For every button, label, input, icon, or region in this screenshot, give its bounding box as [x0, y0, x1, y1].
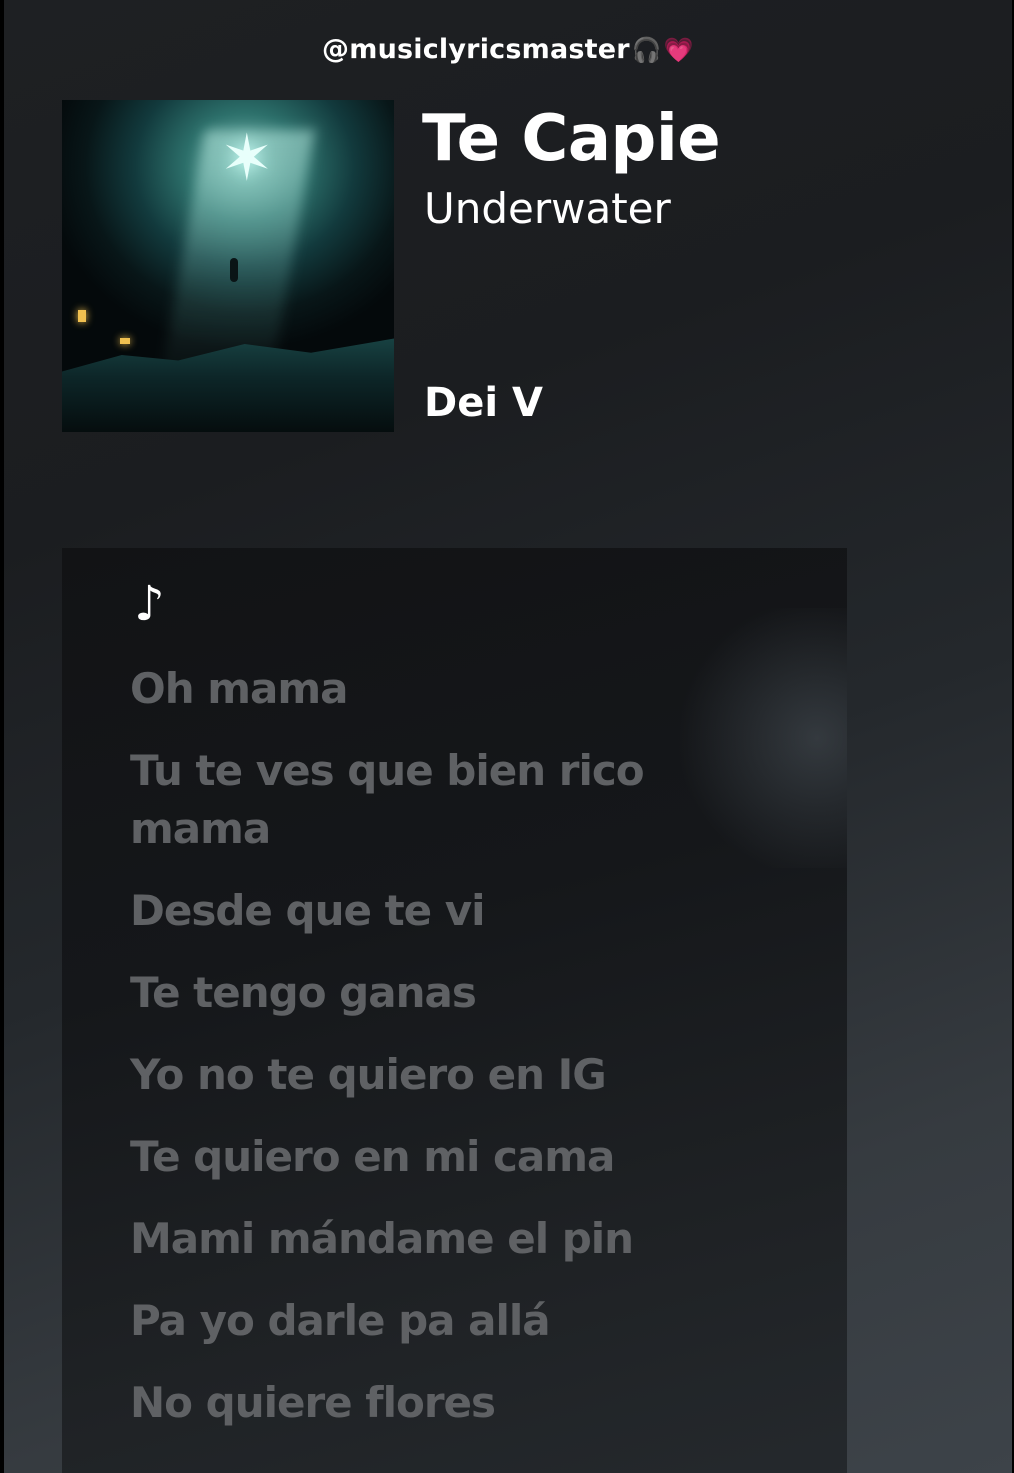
lyric-line[interactable]: Tu te ves que bien rico mama [130, 742, 750, 858]
music-note-icon: ♪ [134, 576, 165, 632]
lyrics-panel[interactable]: ♪ Oh mama Tu te ves que bien rico mama D… [62, 548, 847, 1473]
album-art[interactable]: ✶ [62, 100, 394, 432]
album-name: Underwater [424, 184, 671, 233]
heart-icon: 💗 [663, 36, 694, 64]
lyrics-screen: @musiclyricsmaster🎧💗 ✶ Te Capie Underwat… [4, 0, 1012, 1473]
lyric-line[interactable]: Mami mándame el pin [130, 1210, 750, 1268]
artist-name[interactable]: Dei V [424, 380, 543, 426]
headphones-icon: 🎧 [631, 36, 662, 64]
lyric-line[interactable]: Desde que te vi [130, 882, 750, 940]
lyric-line[interactable]: Oh mama [130, 660, 750, 718]
lyric-line[interactable]: No quiere flores [130, 1374, 750, 1432]
phone-frame: @musiclyricsmaster🎧💗 ✶ Te Capie Underwat… [0, 0, 1014, 1473]
lyric-line[interactable]: Yo no te quiero en IG [130, 1046, 750, 1104]
watermark-handle: @musiclyricsmaster🎧💗 [4, 34, 1012, 65]
album-art-star-logo: ✶ [220, 122, 274, 196]
watermark-handle-text: @musiclyricsmaster [322, 34, 630, 65]
lyric-line[interactable]: Pa yo darle pa allá [130, 1292, 750, 1350]
song-title: Te Capie [422, 102, 721, 176]
lyrics-list: Oh mama Tu te ves que bien rico mama Des… [130, 660, 750, 1456]
album-art-window-light [120, 338, 130, 344]
lyric-line[interactable]: Te tengo ganas [130, 964, 750, 1022]
album-art-diver [230, 258, 238, 282]
album-art-window-light [78, 310, 86, 322]
lyric-line[interactable]: Te quiero en mi cama [130, 1128, 750, 1186]
